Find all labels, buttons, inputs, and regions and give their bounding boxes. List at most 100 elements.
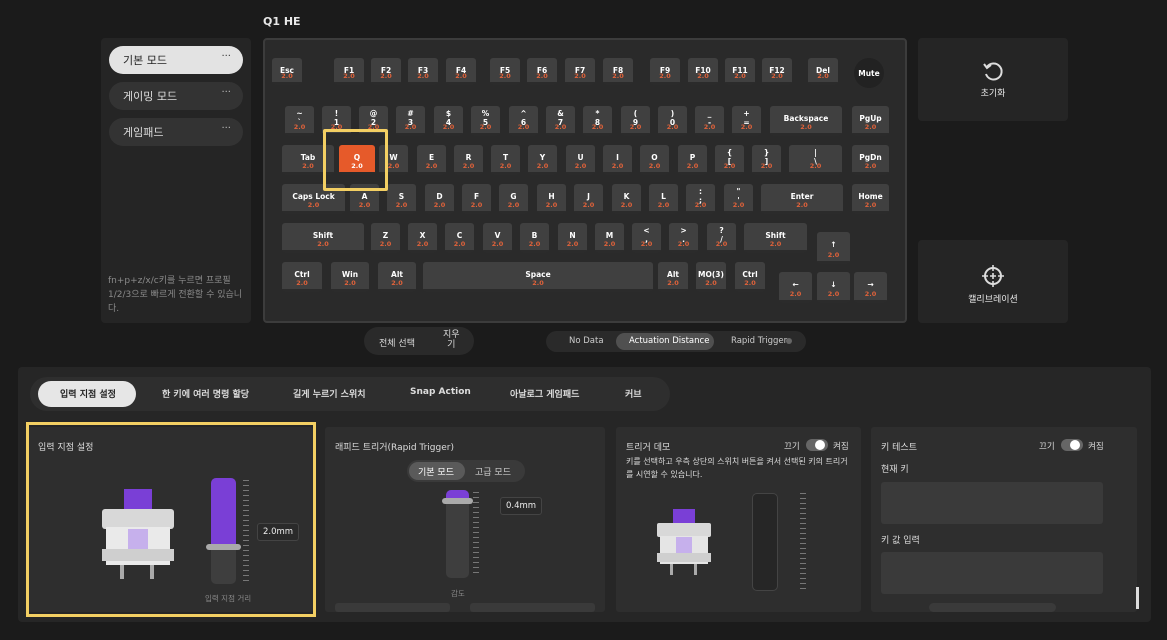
key[interactable]: G 2.0 xyxy=(499,184,528,214)
key[interactable]: S 2.0 xyxy=(387,184,416,214)
rapid-mode-advanced[interactable]: 고급 모드 xyxy=(475,465,511,478)
key[interactable]: { [2.0 xyxy=(715,145,744,175)
key[interactable]: Backspace 2.0 xyxy=(770,106,842,136)
key[interactable]: X 2.0 xyxy=(408,223,437,253)
tab-long-press[interactable]: 길게 누르기 스위치 xyxy=(293,387,366,400)
key[interactable]: Shift 2.0 xyxy=(282,223,364,253)
key[interactable]: ~ ` 2.0 xyxy=(285,106,314,136)
key[interactable]: * 8 2.0 xyxy=(583,106,612,136)
key[interactable]: ↓ 2.0 xyxy=(817,272,850,303)
key[interactable]: > . 2.0 xyxy=(669,223,698,253)
key[interactable]: } ] 2.0 xyxy=(752,145,781,175)
select-all-button[interactable]: 전체 선택 xyxy=(379,336,415,349)
key[interactable]: R 2.0 xyxy=(454,145,483,175)
key[interactable]: ) 0 2.0 xyxy=(658,106,687,136)
key-test-button[interactable] xyxy=(929,603,1056,612)
key[interactable]: F8 2.0 xyxy=(603,58,633,85)
key[interactable]: H 2.0 xyxy=(537,184,566,214)
key[interactable]: F2 2.0 xyxy=(371,58,401,85)
key[interactable]: Space 2.0 xyxy=(423,262,653,292)
key[interactable]: F4 2.0 xyxy=(446,58,476,85)
key[interactable]: Shift 2.0 xyxy=(744,223,807,253)
more-icon[interactable]: ··· xyxy=(221,51,231,62)
key[interactable]: F11 2.0 xyxy=(725,58,755,85)
key[interactable]: Home 2.0 xyxy=(852,184,889,214)
key[interactable]: : ; 2.0 xyxy=(686,184,715,214)
rapid-slider[interactable] xyxy=(442,490,473,578)
clear-button[interactable]: 지우 기 xyxy=(443,330,460,350)
demo-toggle[interactable] xyxy=(806,439,828,451)
key-input-field[interactable] xyxy=(881,552,1103,594)
key[interactable]: # 3 2.0 xyxy=(396,106,425,136)
key[interactable]: F3 2.0 xyxy=(408,58,438,85)
key[interactable]: _ -2.0 xyxy=(695,106,724,136)
key[interactable]: K 2.0 xyxy=(612,184,641,214)
tab-curve[interactable]: 커브 xyxy=(625,387,642,400)
scrollbar[interactable] xyxy=(1136,587,1139,609)
key[interactable]: F5 2.0 xyxy=(490,58,520,85)
key[interactable]: F7 2.0 xyxy=(565,58,595,85)
key[interactable]: ← 2.0 xyxy=(779,272,812,303)
key[interactable]: < , 2.0 xyxy=(632,223,661,253)
view-actuation-distance[interactable]: Actuation Distance xyxy=(629,336,709,346)
view-no-data[interactable]: No Data xyxy=(569,336,604,346)
key[interactable]: J 2.0 xyxy=(574,184,603,214)
key[interactable]: MO(3) 2.0 xyxy=(696,262,726,292)
key[interactable]: % 5 2.0 xyxy=(471,106,500,136)
key[interactable]: F1 2.0 xyxy=(334,58,364,85)
key[interactable]: O 2.0 xyxy=(640,145,669,175)
mode-gamepad[interactable]: 게임패드 ··· xyxy=(109,118,243,146)
key[interactable]: C 2.0 xyxy=(445,223,474,253)
mode-basic[interactable]: 기본 모드 ··· xyxy=(109,46,243,74)
key[interactable]: ↑ 2.0 xyxy=(817,232,850,264)
reset-button[interactable]: 초기화 xyxy=(918,38,1068,121)
keytest-toggle[interactable] xyxy=(1061,439,1083,451)
tab-analog-gamepad[interactable]: 아날로그 게임패드 xyxy=(510,387,579,400)
key[interactable]: F12 2.0 xyxy=(762,58,792,85)
key[interactable]: Alt 2.0 xyxy=(378,262,416,292)
key[interactable]: M 2.0 xyxy=(595,223,624,253)
view-rapid-trigger[interactable]: Rapid Trigger xyxy=(731,336,787,346)
more-icon[interactable]: ··· xyxy=(221,87,231,98)
key[interactable]: T 2.0 xyxy=(491,145,520,175)
key[interactable]: E 2.0 xyxy=(417,145,446,175)
key[interactable]: → 2.0 xyxy=(854,272,887,303)
key[interactable]: N 2.0 xyxy=(558,223,587,253)
key[interactable]: D 2.0 xyxy=(425,184,454,214)
tab-actuation[interactable]: 입력 지점 설정 xyxy=(60,387,116,400)
key[interactable]: PgDn 2.0 xyxy=(852,145,889,175)
key[interactable]: Enter 2.0 xyxy=(761,184,843,214)
key[interactable]: F6 2.0 xyxy=(527,58,557,85)
key[interactable]: Alt 2.0 xyxy=(658,262,688,292)
key[interactable]: Z 2.0 xyxy=(371,223,400,253)
key[interactable]: + = 2.0 xyxy=(732,106,761,136)
rapid-mode-basic[interactable]: 기본 모드 xyxy=(418,465,454,478)
key[interactable]: L 2.0 xyxy=(649,184,678,214)
tab-snap-action[interactable]: Snap Action xyxy=(410,387,471,397)
key[interactable]: Y 2.0 xyxy=(528,145,557,175)
key[interactable]: " ' 2.0 xyxy=(724,184,753,214)
key[interactable]: Ctrl 2.0 xyxy=(735,262,765,292)
key[interactable]: U 2.0 xyxy=(566,145,595,175)
key[interactable]: | \ 2.0 xyxy=(789,145,842,175)
key[interactable]: $ 4 2.0 xyxy=(434,106,463,136)
key[interactable]: P 2.0 xyxy=(678,145,707,175)
key[interactable]: Win 2.0 xyxy=(331,262,369,292)
key[interactable]: B 2.0 xyxy=(520,223,549,253)
key[interactable]: Ctrl 2.0 xyxy=(282,262,322,292)
key[interactable]: Del 2.0 xyxy=(808,58,838,85)
rapid-press-field[interactable] xyxy=(335,603,450,612)
mode-gaming[interactable]: 게이밍 모드 ··· xyxy=(109,82,243,110)
key[interactable]: I 2.0 xyxy=(603,145,632,175)
key[interactable]: F10 2.0 xyxy=(688,58,718,85)
key[interactable]: PgUp 2.0 xyxy=(852,106,889,136)
key[interactable]: ^ 6 2.0 xyxy=(509,106,538,136)
key[interactable]: & 7 2.0 xyxy=(546,106,575,136)
calibration-button[interactable]: 캘리브레이션 xyxy=(918,240,1068,323)
tab-multi-command[interactable]: 한 키에 여러 명령 할당 xyxy=(162,387,249,400)
key[interactable]: Mute xyxy=(854,58,884,88)
rapid-release-field[interactable] xyxy=(470,603,595,612)
key[interactable]: ( 9 2.0 xyxy=(621,106,650,136)
key[interactable]: ? /2.0 xyxy=(707,223,736,253)
key[interactable]: F9 2.0 xyxy=(650,58,680,85)
